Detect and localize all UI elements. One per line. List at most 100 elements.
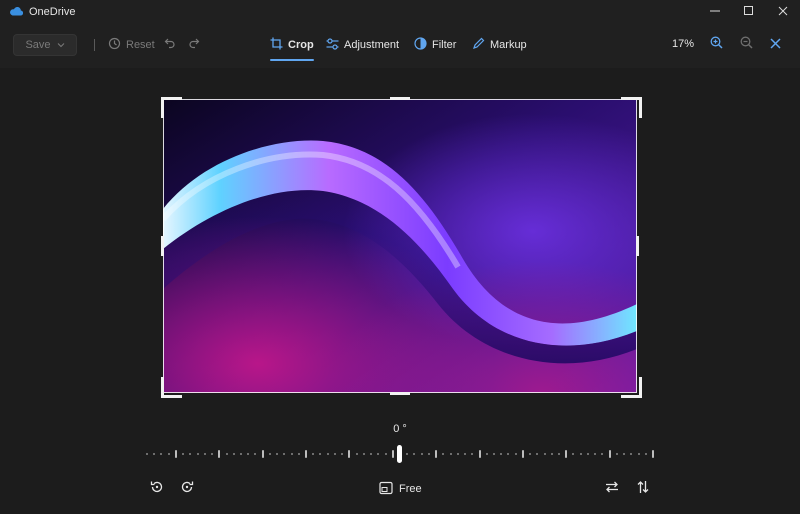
rotate-left-icon [150, 480, 164, 499]
crop-handle-bottom[interactable] [390, 392, 410, 395]
minimize-button[interactable] [698, 0, 732, 24]
ruler-minor-tick [146, 453, 148, 455]
ruler-minor-tick [500, 453, 502, 455]
title-bar: OneDrive [0, 0, 800, 24]
ruler-minor-tick [327, 453, 329, 455]
maximize-button[interactable] [732, 0, 766, 24]
ruler-minor-tick [197, 453, 199, 455]
ruler-minor-tick [551, 453, 553, 455]
ruler-minor-tick [356, 453, 358, 455]
ruler-minor-tick [450, 453, 452, 455]
ruler-minor-tick [616, 453, 618, 455]
app-title-group: OneDrive [0, 6, 75, 19]
undo-button[interactable] [162, 36, 178, 54]
zoom-out-button[interactable] [738, 36, 754, 53]
sliders-icon [326, 37, 339, 53]
ruler-minor-tick [442, 453, 444, 455]
ruler-minor-tick [630, 453, 632, 455]
ruler-minor-tick [457, 453, 459, 455]
save-button[interactable]: Save [13, 34, 77, 56]
redo-icon [188, 36, 200, 54]
ruler-minor-tick [291, 453, 293, 455]
ruler-major-tick [305, 450, 307, 458]
save-label: Save [25, 39, 51, 51]
crop-handle-bottom-right[interactable] [621, 377, 642, 398]
ruler-major-tick [479, 450, 481, 458]
ruler-major-tick [609, 450, 611, 458]
ruler-minor-tick [283, 453, 285, 455]
crop-handle-top-right[interactable] [621, 97, 642, 118]
window-close-button[interactable] [766, 0, 800, 24]
crop-icon [270, 37, 283, 53]
ruler-minor-tick [580, 453, 582, 455]
ruler-major-tick [175, 450, 177, 458]
rotation-angle-label: 0 ° [393, 423, 407, 435]
tab-markup-label: Markup [490, 39, 527, 51]
ruler-minor-tick [312, 453, 314, 455]
ruler-minor-tick [486, 453, 488, 455]
rotation-slider-thumb[interactable] [397, 445, 402, 463]
pen-icon [472, 37, 485, 53]
ruler-minor-tick [247, 453, 249, 455]
flip-horizontal-button[interactable] [603, 480, 621, 498]
ruler-minor-tick [406, 453, 408, 455]
ruler-minor-tick [204, 453, 206, 455]
aspect-ratio-button[interactable]: Free [379, 480, 422, 498]
crop-handle-top[interactable] [390, 97, 410, 100]
aspect-ratio-icon [379, 481, 393, 498]
flip-vertical-icon [636, 480, 650, 499]
ruler-minor-tick [623, 453, 625, 455]
tab-filter[interactable]: Filter [414, 35, 456, 55]
ruler-major-tick [652, 450, 654, 458]
window-title: OneDrive [29, 6, 76, 18]
tab-crop[interactable]: Crop [270, 35, 314, 61]
ruler-minor-tick [601, 453, 603, 455]
ruler-major-tick [392, 450, 394, 458]
ruler-major-tick [565, 450, 567, 458]
ruler-minor-tick [645, 453, 647, 455]
crop-frame[interactable] [163, 99, 637, 393]
crop-handle-bottom-left[interactable] [161, 377, 182, 398]
onedrive-cloud-icon [9, 6, 24, 19]
ruler-minor-tick [515, 453, 517, 455]
rotate-left-button[interactable] [148, 480, 166, 498]
ruler-minor-tick [536, 453, 538, 455]
flip-vertical-button[interactable] [634, 480, 652, 498]
tab-crop-label: Crop [288, 39, 314, 51]
zoom-in-button[interactable] [708, 36, 724, 54]
close-editor-button[interactable] [767, 37, 783, 53]
ruler-minor-tick [377, 453, 379, 455]
ruler-major-tick [435, 450, 437, 458]
tab-markup[interactable]: Markup [472, 35, 527, 55]
redo-button[interactable] [186, 36, 202, 54]
ruler-minor-tick [471, 453, 473, 455]
ruler-minor-tick [507, 453, 509, 455]
ruler-major-tick [522, 450, 524, 458]
flip-horizontal-icon [605, 480, 619, 499]
ruler-minor-tick [160, 453, 162, 455]
ruler-major-tick [262, 450, 264, 458]
ruler-minor-tick [587, 453, 589, 455]
ruler-minor-tick [529, 453, 531, 455]
reset-button[interactable]: Reset [108, 35, 155, 55]
ruler-minor-tick [254, 453, 256, 455]
ruler-minor-tick [363, 453, 365, 455]
ruler-minor-tick [544, 453, 546, 455]
ruler-minor-tick [168, 453, 170, 455]
window-controls [698, 0, 800, 24]
crop-handle-top-left[interactable] [161, 97, 182, 118]
undo-icon [164, 36, 176, 54]
zoom-in-icon [710, 36, 723, 54]
minimize-icon [710, 3, 720, 21]
ruler-minor-tick [385, 453, 387, 455]
tab-adjustment[interactable]: Adjustment [326, 35, 399, 55]
ruler-minor-tick [240, 453, 242, 455]
rotation-slider[interactable] [146, 444, 654, 466]
rotate-right-button[interactable] [178, 480, 196, 498]
ruler-minor-tick [421, 453, 423, 455]
ruler-minor-tick [233, 453, 235, 455]
crop-handle-right[interactable] [636, 236, 639, 256]
ruler-minor-tick [493, 453, 495, 455]
crop-handle-left[interactable] [161, 236, 164, 256]
ruler-minor-tick [413, 453, 415, 455]
